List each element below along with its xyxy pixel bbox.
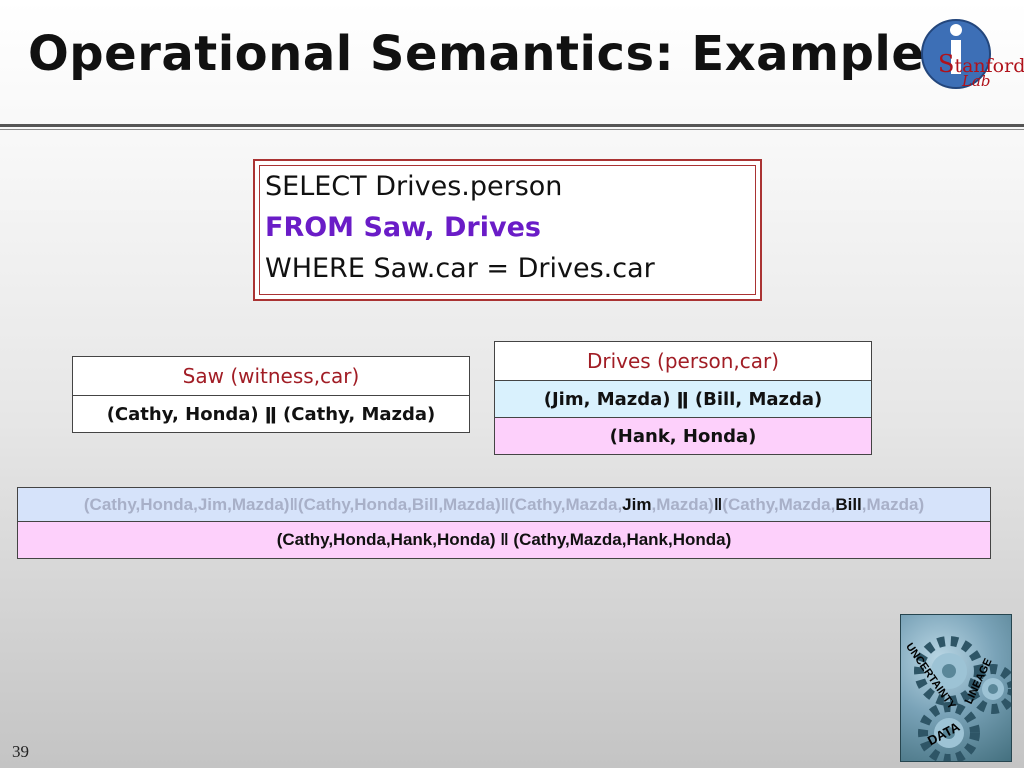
result-row-1: (Cathy,Honda,Jim,Mazda)ǁ(Cathy,Honda,Bil… <box>17 487 991 522</box>
drives-row-2: (Hank, Honda) <box>494 417 872 455</box>
drives-table: Drives (person,car) (Jim, Mazda) ǁ (Bill… <box>494 341 872 455</box>
stanford-logo: Stanford Lab <box>916 14 1024 94</box>
result-table: (Cathy,Honda,Jim,Mazda)ǁ(Cathy,Honda,Bil… <box>17 487 991 559</box>
sql-query-box: SELECT Drives.person FROM Saw, Drives WH… <box>253 159 762 301</box>
gears-logo: UNCERTAINTY LINEAGE DATA <box>900 614 1012 762</box>
sql-where-line: WHERE Saw.car = Drives.car <box>265 253 655 284</box>
saw-header: Saw (witness,car) <box>72 356 470 396</box>
gears-icon <box>914 636 1011 761</box>
slide-title: Operational Semantics: Example <box>28 26 925 82</box>
logo-subtext: Lab <box>962 72 991 90</box>
drives-header: Drives (person,car) <box>494 341 872 381</box>
saw-table: Saw (witness,car) (Cathy, Honda) ǁ (Cath… <box>72 356 470 433</box>
page-number: 39 <box>12 742 29 761</box>
title-divider <box>0 124 1024 130</box>
result-row-2: (Cathy,Honda,Hank,Honda) ǁ (Cathy,Mazda,… <box>17 521 991 559</box>
drives-row-1: (Jim, Mazda) ǁ (Bill, Mazda) <box>494 380 872 418</box>
sql-select-line: SELECT Drives.person <box>265 171 563 202</box>
saw-row: (Cathy, Honda) ǁ (Cathy, Mazda) <box>72 395 470 433</box>
sql-from-line: FROM Saw, Drives <box>265 212 541 243</box>
